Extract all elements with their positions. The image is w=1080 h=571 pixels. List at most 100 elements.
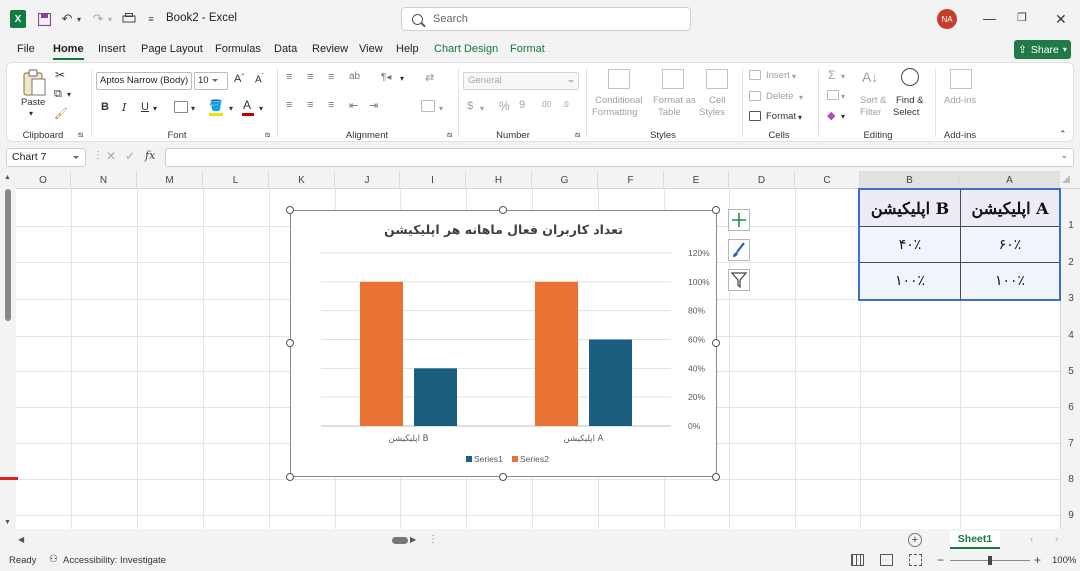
insert-cells-icon[interactable] xyxy=(749,70,761,80)
clear-dropdown-icon[interactable]: ▾ xyxy=(841,112,845,121)
format-cells-icon[interactable] xyxy=(749,111,761,121)
align-top-icon[interactable]: ≡ xyxy=(286,71,292,83)
tab-chart-design[interactable]: Chart Design xyxy=(434,43,498,55)
row-header-1[interactable]: 1 xyxy=(1061,207,1080,244)
column-header-e[interactable]: E xyxy=(664,171,729,189)
rtl-dropdown-icon[interactable]: ▾ xyxy=(400,74,404,83)
sort-filter-label-2[interactable]: Filter xyxy=(860,107,881,118)
conditional-formatting-label-2[interactable]: Formatting xyxy=(592,107,637,118)
tab-page-layout[interactable]: Page Layout xyxy=(141,43,203,55)
chart-filters-button[interactable] xyxy=(728,269,750,291)
row-header-9[interactable]: 9 xyxy=(1061,497,1080,529)
fill-color-icon[interactable]: 🪣 xyxy=(209,99,223,112)
font-color-dropdown-icon[interactable]: ▾ xyxy=(259,104,263,113)
font-name-select[interactable]: Aptos Narrow (Body) xyxy=(96,72,192,90)
cell-a1[interactable]: اپلیکیشن A xyxy=(960,189,1060,227)
orientation-icon[interactable]: ab xyxy=(349,71,360,82)
add-ins-icon[interactable] xyxy=(950,69,972,89)
conditional-formatting-label-1[interactable]: Conditional xyxy=(595,95,643,106)
minimize-icon[interactable]: — xyxy=(983,11,996,26)
underline-dropdown-icon[interactable]: ▾ xyxy=(153,104,157,113)
paste-icon[interactable] xyxy=(21,69,47,97)
row-header-5[interactable]: 5 xyxy=(1061,354,1080,389)
borders-dropdown-icon[interactable]: ▾ xyxy=(191,104,195,113)
align-middle-icon[interactable]: ≡ xyxy=(307,71,313,83)
fill-color-dropdown-icon[interactable]: ▾ xyxy=(229,104,233,113)
align-center-icon[interactable]: ≡ xyxy=(307,99,313,111)
scrollbar-thumb[interactable] xyxy=(5,189,11,321)
search-input[interactable]: Search xyxy=(401,7,691,31)
accessibility-icon[interactable]: ⚇ xyxy=(49,554,58,565)
row-header-3[interactable]: 3 xyxy=(1061,280,1080,317)
save-icon[interactable] xyxy=(37,10,51,28)
paste-dropdown-icon[interactable]: ▾ xyxy=(29,109,33,118)
column-header-b[interactable]: B xyxy=(860,171,960,189)
resize-handle[interactable] xyxy=(712,206,720,214)
insert-cells-label[interactable]: Insert xyxy=(766,70,790,81)
resize-handle[interactable] xyxy=(712,473,720,481)
page-break-view-icon[interactable] xyxy=(909,554,922,566)
copy-icon[interactable]: ⧉ xyxy=(54,88,62,101)
column-header-l[interactable]: L xyxy=(203,171,269,189)
copy-dropdown-icon[interactable]: ▾ xyxy=(67,90,71,99)
tab-review[interactable]: Review xyxy=(312,43,348,55)
increase-decimal-icon[interactable]: .00 xyxy=(540,100,551,109)
page-layout-view-icon[interactable] xyxy=(880,554,893,566)
column-header-a[interactable]: A xyxy=(960,171,1060,189)
print-preview-icon[interactable] xyxy=(121,10,137,28)
customize-toolbar-icon[interactable]: ≡ xyxy=(146,10,156,28)
find-select-icon[interactable] xyxy=(901,68,919,86)
cell-styles-label-2[interactable]: Styles xyxy=(699,107,725,118)
column-header-g[interactable]: G xyxy=(532,171,598,189)
zoom-level[interactable]: 100% xyxy=(1052,555,1076,566)
cell-b3[interactable]: ۱۰۰٪ xyxy=(859,262,961,300)
share-button[interactable]: ⇪ Share ▾ xyxy=(1014,40,1071,59)
currency-icon[interactable]: $ xyxy=(467,100,473,112)
paste-label[interactable]: Paste xyxy=(21,97,45,108)
borders-icon[interactable] xyxy=(174,101,188,113)
row-header-2[interactable]: 2 xyxy=(1061,244,1080,280)
increase-indent-icon[interactable]: ⇥ xyxy=(369,99,378,112)
row-header-7[interactable]: 7 xyxy=(1061,425,1080,461)
column-header-d[interactable]: D xyxy=(729,171,795,189)
number-format-select[interactable]: General xyxy=(463,72,579,90)
format-painter-icon[interactable]: 🖌 xyxy=(54,107,68,120)
bold-icon[interactable]: B xyxy=(101,101,109,113)
column-header-i[interactable]: I xyxy=(400,171,466,189)
sort-filter-label-1[interactable]: Sort & xyxy=(860,95,886,106)
clipboard-launcher-icon[interactable]: ⧅ xyxy=(78,130,83,140)
previous-sheet-icon[interactable]: ‹ xyxy=(1030,534,1033,545)
delete-cells-icon[interactable] xyxy=(749,91,761,101)
column-header-k[interactable]: K xyxy=(269,171,335,189)
resize-handle[interactable] xyxy=(286,473,294,481)
tab-view[interactable]: View xyxy=(359,43,383,55)
column-header-f[interactable]: F xyxy=(598,171,664,189)
tab-insert[interactable]: Insert xyxy=(98,43,126,55)
format-as-table-label-1[interactable]: Format as xyxy=(653,95,696,106)
resize-handle[interactable] xyxy=(499,206,507,214)
column-header-h[interactable]: H xyxy=(466,171,532,189)
autosum-dropdown-icon[interactable]: ▾ xyxy=(841,72,845,81)
scroll-right-icon[interactable]: ▶ xyxy=(410,535,416,544)
rtl-icon[interactable]: ¶◂ xyxy=(381,72,391,83)
row-header-4[interactable]: 4 xyxy=(1061,317,1080,354)
column-header-n[interactable]: N xyxy=(71,171,137,189)
confirm-entry-icon[interactable]: ✓ xyxy=(125,149,135,163)
cell-styles-label-1[interactable]: Cell xyxy=(709,95,725,106)
underline-icon[interactable]: U xyxy=(141,101,149,113)
column-header-j[interactable]: J xyxy=(335,171,400,189)
decrease-font-icon[interactable]: Aˇ xyxy=(255,74,264,85)
tab-home[interactable]: Home xyxy=(53,43,84,60)
row-header-8[interactable]: 8 xyxy=(1061,461,1080,497)
font-launcher-icon[interactable]: ⧅ xyxy=(265,130,270,140)
chart-area[interactable]: تعداد کاربران فعال ماهانه هر اپلیکیشن 0%… xyxy=(290,210,717,477)
worksheet-grid[interactable]: O N M L K J I H G F E D C B A 1 2 3 4 5 … xyxy=(0,171,1080,529)
align-right-icon[interactable]: ≡ xyxy=(328,99,334,111)
decrease-decimal-icon[interactable]: .0 xyxy=(562,100,569,109)
sort-filter-icon[interactable]: A↓ xyxy=(862,69,878,85)
undo-dropdown-icon[interactable]: ▾ xyxy=(75,10,83,28)
redo-dropdown-icon[interactable]: ▾ xyxy=(106,10,114,28)
resize-handle[interactable] xyxy=(286,339,294,347)
cancel-entry-icon[interactable]: ✕ xyxy=(106,149,116,163)
normal-view-icon[interactable] xyxy=(851,554,864,566)
